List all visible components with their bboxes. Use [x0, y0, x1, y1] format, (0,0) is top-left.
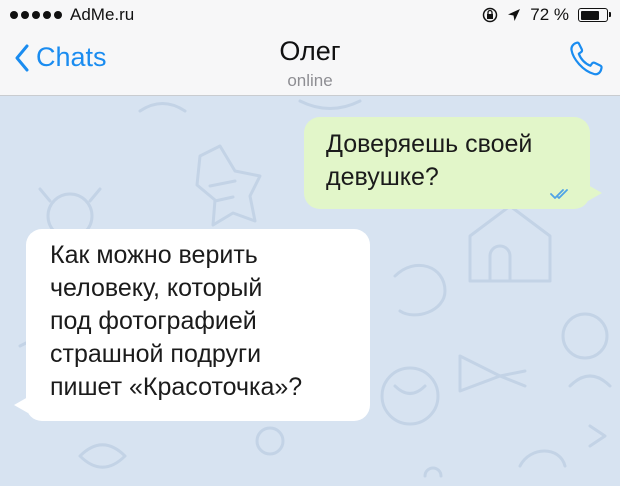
message-line: человеку, который — [50, 274, 263, 302]
battery-icon — [578, 8, 611, 22]
message-line: девушке? — [326, 163, 439, 191]
message-line: Доверяешь своей — [326, 130, 533, 158]
message-line: пишет «Красоточка»? — [50, 373, 303, 401]
outgoing-message[interactable]: Доверяешь своей девушке? — [304, 117, 602, 209]
chat-area[interactable]: Доверяешь своей девушке? Как можно верит… — [0, 96, 620, 486]
signal-dots-icon — [10, 11, 62, 19]
status-bar: AdMe.ru 72 % — [0, 0, 620, 30]
carrier-name: AdMe.ru — [70, 5, 135, 24]
message-line: Как можно верить — [50, 241, 258, 269]
message-line: под фотографией — [50, 307, 257, 335]
contact-name[interactable]: Олег — [0, 36, 620, 67]
message-line: страшной подруги — [50, 340, 262, 368]
incoming-message[interactable]: Как можно верить человеку, который под ф… — [14, 229, 370, 421]
contact-status: online — [287, 71, 333, 90]
battery-percent: 72 % — [530, 5, 569, 24]
phone-icon — [570, 41, 603, 76]
location-arrow-icon — [508, 9, 521, 21]
call-button[interactable] — [568, 40, 604, 83]
double-check-icon — [550, 189, 568, 199]
chat-header: Chats Олег online — [0, 30, 620, 96]
lock-rotation-icon — [483, 7, 498, 23]
